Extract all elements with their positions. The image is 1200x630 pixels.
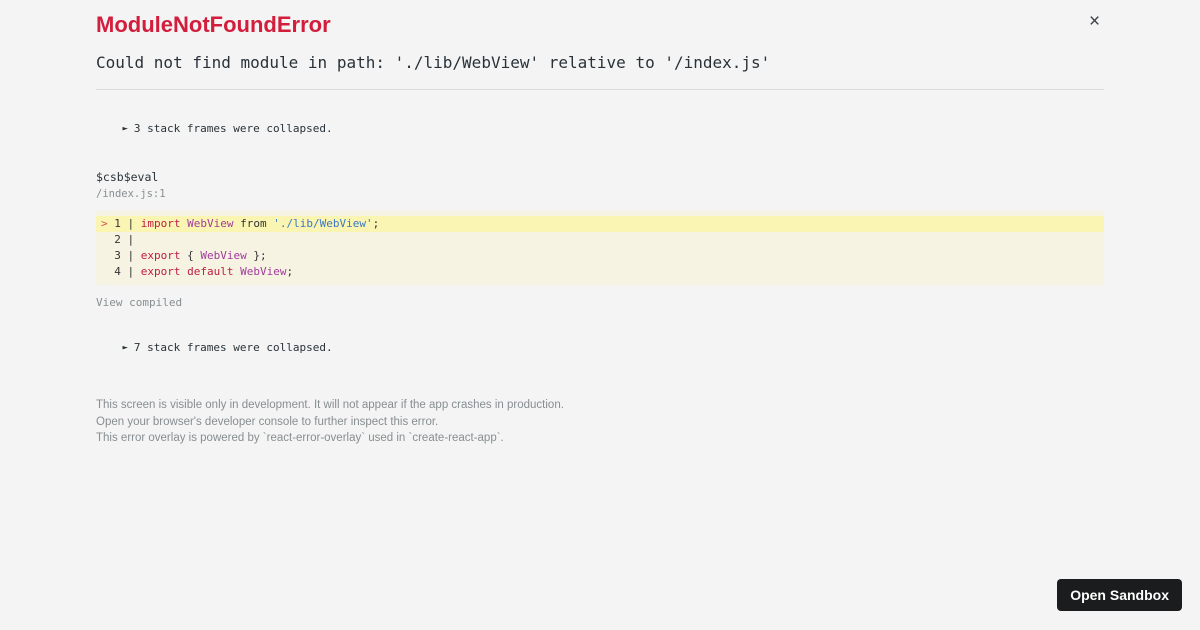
line-marker-spacer: [101, 265, 108, 278]
code-token: export: [140, 249, 181, 263]
line-number: 4 |: [107, 265, 141, 279]
error-message: Could not find module in path: './lib/We…: [96, 53, 771, 72]
code-token: default: [187, 265, 234, 279]
code-token: WebView: [200, 249, 247, 263]
collapsed-stack-frames-top-label: 3 stack frames were collapsed.: [133, 122, 333, 135]
code-line: 4 | export default WebView;: [96, 264, 1104, 280]
collapsed-stack-frames-top[interactable]: ► 3 stack frames were collapsed.: [96, 108, 333, 151]
code-block: > 1 | import WebView from './lib/WebView…: [96, 211, 1104, 286]
close-icon[interactable]: ×: [1083, 10, 1105, 32]
code-token: {: [180, 249, 201, 263]
open-sandbox-button[interactable]: Open Sandbox: [1057, 579, 1182, 611]
code-token: WebView: [240, 265, 287, 279]
error-title: ModuleNotFoundError: [96, 12, 331, 37]
code-token: ;: [372, 216, 380, 230]
code-token: from: [233, 216, 274, 230]
footer-note-development: This screen is visible only in developme…: [96, 399, 564, 412]
line-number: 1 |: [107, 216, 141, 230]
footer-notes: This screen is visible only in developme…: [96, 397, 1104, 447]
code-token: './lib/WebView': [273, 216, 373, 230]
line-marker-spacer: [101, 249, 108, 262]
code-line: 3 | export { WebView };: [96, 248, 1104, 264]
expand-arrow-icon: ►: [122, 124, 128, 134]
line-number: 2 |: [107, 232, 141, 246]
line-number: 3 |: [107, 249, 141, 263]
code-token: export: [140, 265, 181, 279]
view-compiled-link[interactable]: View compiled: [96, 296, 182, 309]
footer-note-powered-by: This error overlay is powered by `react-…: [96, 432, 504, 445]
divider: [96, 89, 1104, 90]
code-token: ;: [259, 249, 267, 263]
code-line: > 1 | import WebView from './lib/WebView…: [96, 215, 1104, 232]
expand-arrow-icon: ►: [122, 343, 128, 354]
footer-note-console: Open your browser's developer console to…: [96, 415, 439, 428]
error-overlay: ModuleNotFoundError Could not find modul…: [0, 0, 1200, 630]
code-token: import: [140, 216, 181, 230]
code-line: 2 |: [96, 232, 1104, 248]
error-overlay-page: { "page": { "background": "#f4f4f4" }, "…: [0, 0, 1200, 630]
code-token: ;: [286, 265, 294, 279]
collapsed-stack-frames-bottom[interactable]: ► 7 stack frames were collapsed.: [96, 327, 333, 370]
stack-frame-location: /index.js:1: [96, 188, 166, 200]
error-line-marker-icon: >: [101, 216, 108, 230]
code-token: }: [246, 249, 260, 263]
collapsed-stack-frames-bottom-label: 7 stack frames were collapsed.: [133, 341, 333, 355]
code-token: WebView: [187, 216, 234, 230]
stack-frame-function-name: $csb$eval: [96, 170, 159, 184]
line-marker-spacer: [101, 233, 108, 246]
